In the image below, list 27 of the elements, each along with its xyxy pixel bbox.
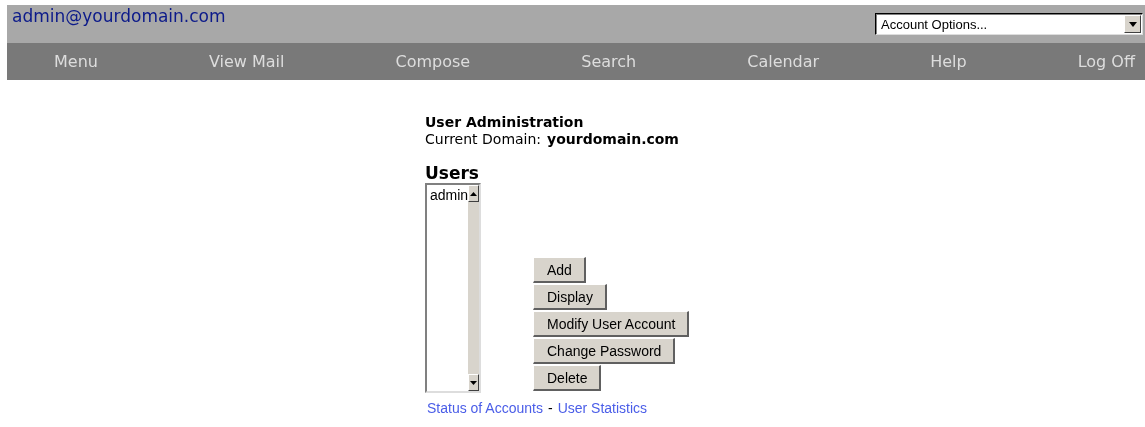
users-heading: Users xyxy=(425,163,480,183)
account-options-dropdown[interactable]: Account Options... xyxy=(875,13,1143,35)
nav-link[interactable]: Log Off xyxy=(1077,52,1135,71)
link-separator: - xyxy=(547,400,553,416)
action-button[interactable]: Display xyxy=(533,284,607,310)
domain-label: Current Domain: xyxy=(425,131,542,147)
nav-link[interactable]: Search xyxy=(581,52,637,71)
scroll-down-icon xyxy=(470,380,478,385)
action-button[interactable]: Add xyxy=(533,257,586,283)
nav-link[interactable]: Calendar xyxy=(747,52,820,71)
domain-name: yourdomain.com xyxy=(547,131,679,147)
account-email: admin@yourdomain.com xyxy=(11,5,226,26)
section-title: User Administration xyxy=(425,114,585,130)
dropdown-arrow-icon xyxy=(1128,21,1137,27)
user-list-item[interactable]: admin xyxy=(430,187,469,203)
nav-link[interactable]: Compose xyxy=(395,52,471,71)
action-button[interactable]: Modify User Account xyxy=(533,311,690,337)
scroll-up-icon xyxy=(470,191,478,196)
nav-link[interactable]: View Mail xyxy=(208,52,285,71)
scrollbar[interactable] xyxy=(468,185,479,391)
status-link[interactable]: Status of Accounts xyxy=(427,400,543,416)
nav-link[interactable]: Menu xyxy=(54,52,98,71)
statistics-link[interactable]: User Statistics xyxy=(557,400,648,416)
action-button[interactable]: Change Password xyxy=(533,338,676,364)
action-button[interactable]: Delete xyxy=(533,365,602,391)
nav-link[interactable]: Help xyxy=(930,52,967,71)
users-listbox[interactable]: admin xyxy=(425,183,481,393)
